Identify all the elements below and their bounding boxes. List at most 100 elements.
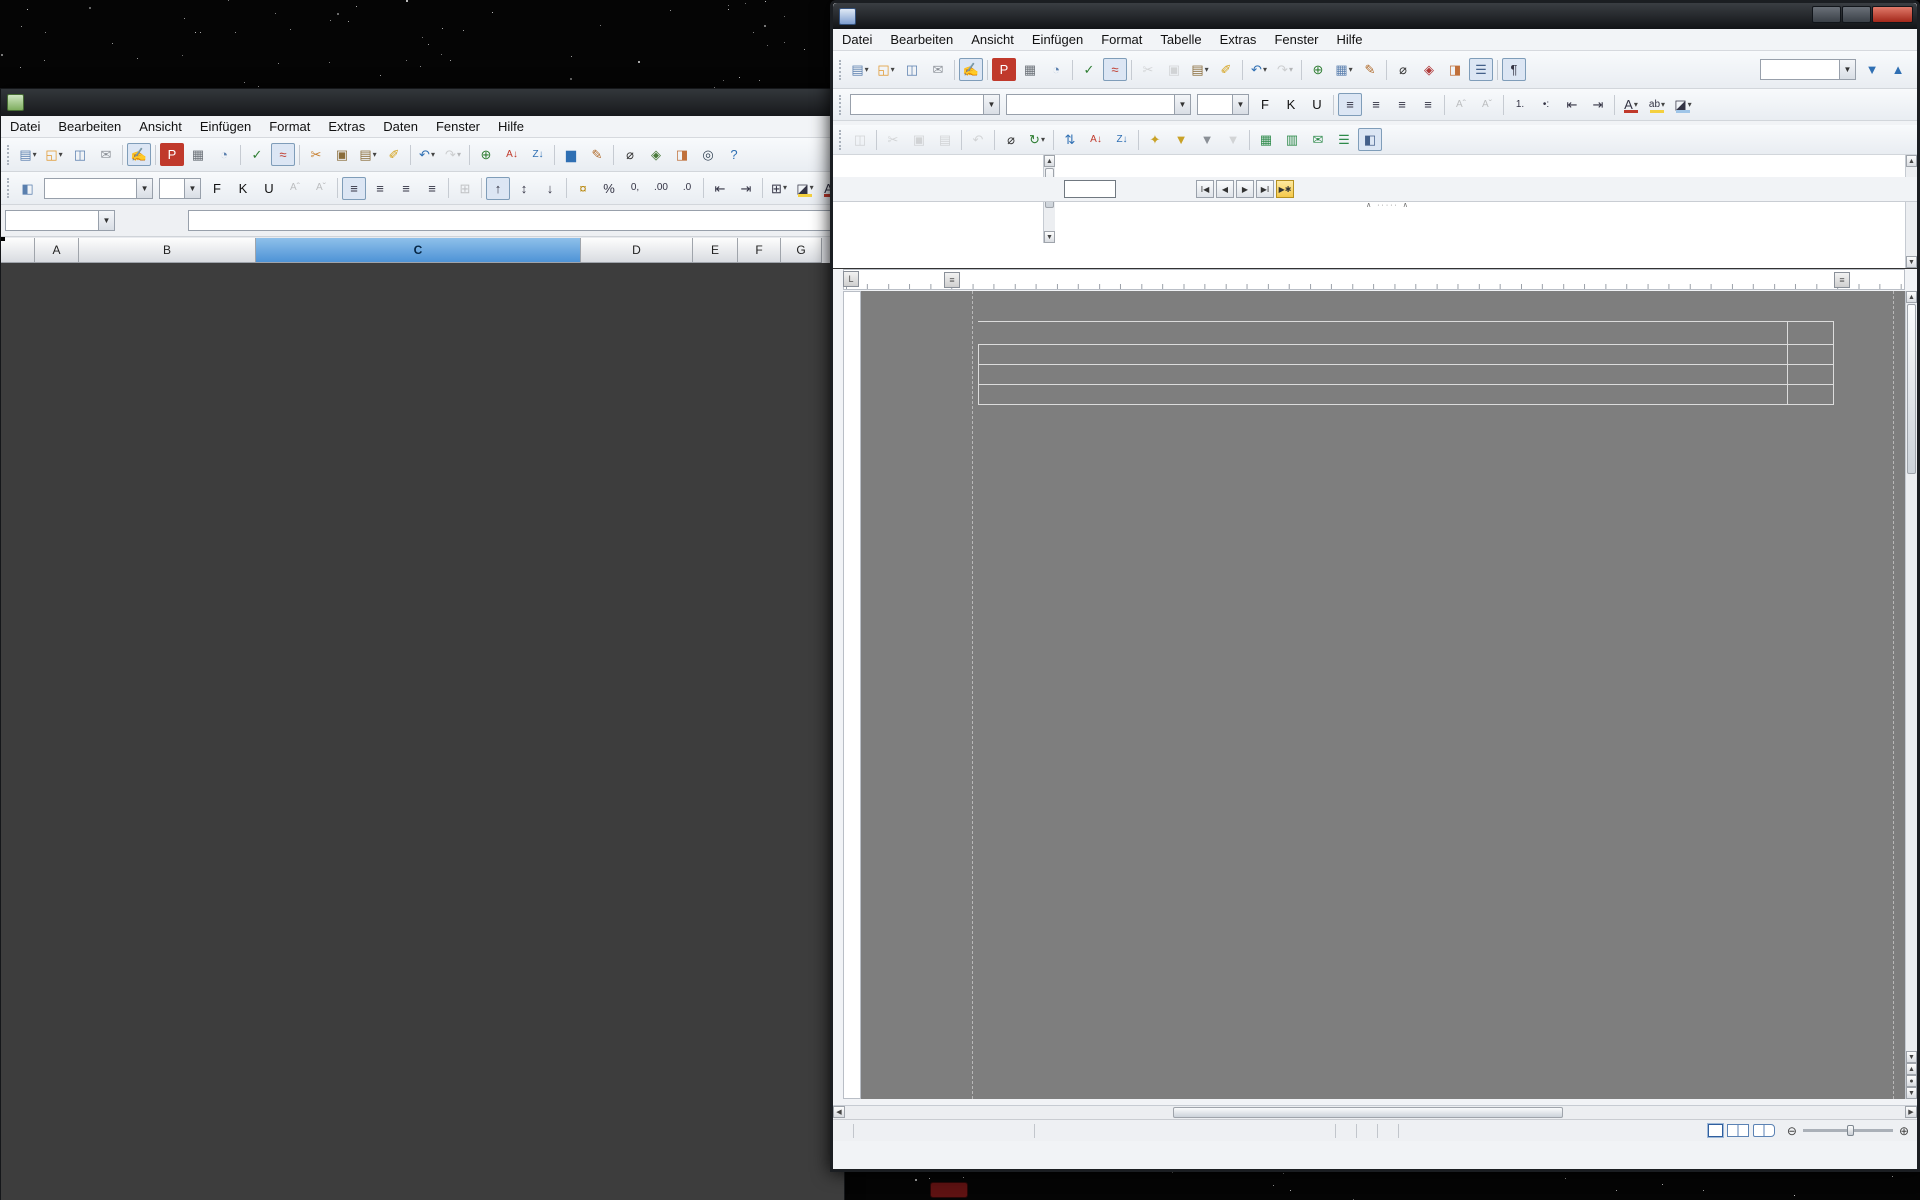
chevron-down-icon[interactable]: ▼ — [184, 179, 200, 198]
writer-title-bar[interactable] — [833, 3, 1917, 29]
chevron-down-icon[interactable]: ▼ — [1839, 60, 1855, 79]
increase-indent-icon[interactable]: ⇥ — [734, 177, 758, 200]
previous-page-icon[interactable]: ▲ — [1906, 1063, 1917, 1075]
next-record-button[interactable]: ▶ — [1236, 180, 1254, 198]
chevron-down-icon[interactable]: ▼ — [983, 95, 999, 114]
copy-icon[interactable]: ▣ — [907, 128, 931, 151]
toolbar-grip[interactable] — [839, 95, 843, 115]
minimize-button[interactable] — [1812, 6, 1841, 23]
navigator-icon[interactable]: ◈ — [1417, 58, 1441, 81]
table-column-marker[interactable]: ≡ — [944, 272, 960, 288]
bold-icon[interactable]: F — [1253, 93, 1277, 116]
horizontal-ruler[interactable]: L ≡ ≡ — [843, 269, 1905, 290]
undo-icon[interactable]: ↶▾ — [415, 143, 439, 166]
table-cell[interactable] — [978, 345, 1018, 364]
increase-indent-icon[interactable]: ⇥ — [1586, 93, 1610, 116]
save-icon[interactable]: ◫ — [900, 58, 924, 81]
data-to-text-icon[interactable]: ▦ — [1254, 128, 1278, 151]
maximize-button[interactable] — [1842, 6, 1871, 23]
autospellcheck-icon[interactable]: ≈ — [1103, 58, 1127, 81]
find-replace-icon[interactable]: ⌀ — [618, 143, 642, 166]
print-icon[interactable]: ▦ — [186, 143, 210, 166]
find-next-icon[interactable]: ▼ — [1860, 58, 1884, 81]
align-center-icon[interactable]: ≡ — [368, 177, 392, 200]
column-header-G[interactable]: G — [781, 238, 822, 263]
standard-filter-icon[interactable]: ▼ — [1195, 128, 1219, 151]
background-color-icon[interactable]: ◪▾ — [1671, 93, 1695, 116]
open-document-icon[interactable]: ◱▾ — [42, 143, 66, 166]
highlighting-icon[interactable]: ab▾ — [1645, 93, 1669, 116]
menu-ansicht[interactable]: Ansicht — [130, 116, 191, 137]
data-to-fields-icon[interactable]: ▥ — [1280, 128, 1304, 151]
zoom-slider-knob[interactable] — [1847, 1125, 1854, 1136]
menu-daten[interactable]: Daten — [374, 116, 427, 137]
fields-table[interactable] — [978, 321, 1834, 405]
merge-cells-icon[interactable]: ⊞ — [453, 177, 477, 200]
column-header-A[interactable]: A — [35, 238, 79, 263]
zoom-in-icon[interactable]: ⊕ — [1899, 1124, 1909, 1138]
font-color-icon[interactable]: A▾ — [1619, 93, 1643, 116]
align-center-vertical-icon[interactable]: ↕ — [512, 177, 536, 200]
redo-icon[interactable]: ↷▾ — [1273, 58, 1297, 81]
sort-icon[interactable]: ⇅ — [1058, 128, 1082, 151]
undo-icon[interactable]: ↶ — [966, 128, 990, 151]
spellcheck-icon[interactable]: ✓ — [1077, 58, 1101, 81]
refresh-icon[interactable]: ↻▾ — [1025, 128, 1049, 151]
hyperlink-icon[interactable]: ⊕ — [474, 143, 498, 166]
email-document-icon[interactable]: ✉ — [94, 143, 118, 166]
book-view-icon[interactable] — [1753, 1124, 1775, 1137]
tab-type-selector[interactable]: L — [843, 271, 859, 287]
font-name-combo[interactable]: ▼ — [1006, 94, 1191, 115]
table-cell[interactable] — [978, 385, 1018, 404]
scrollbar-thumb[interactable] — [1907, 304, 1916, 474]
menu-einfügen[interactable]: Einfügen — [1023, 29, 1092, 50]
find-replace-icon[interactable]: ⌀ — [1391, 58, 1415, 81]
align-justified-icon[interactable]: ≡ — [420, 177, 444, 200]
italic-icon[interactable]: K — [1279, 93, 1303, 116]
menu-extras[interactable]: Extras — [319, 116, 374, 137]
zoom-icon[interactable]: ◎ — [696, 143, 720, 166]
table-scrollbar[interactable]: ▲ ▼ — [1905, 155, 1917, 268]
paste-icon[interactable]: ▤▾ — [1188, 58, 1212, 81]
toolbar-grip[interactable] — [7, 145, 11, 165]
insert-chart-icon[interactable]: ▆ — [559, 143, 583, 166]
paste-icon[interactable]: ▤ — [933, 128, 957, 151]
borders-icon[interactable]: ⊞▾ — [767, 177, 791, 200]
align-center-icon[interactable]: ≡ — [1364, 93, 1388, 116]
scroll-down-icon[interactable]: ▼ — [1906, 256, 1917, 268]
menu-format[interactable]: Format — [260, 116, 319, 137]
scroll-up-icon[interactable]: ▲ — [1044, 155, 1055, 167]
cut-icon[interactable]: ✂ — [881, 128, 905, 151]
menu-hilfe[interactable]: Hilfe — [489, 116, 533, 137]
align-bottom-icon[interactable]: ↓ — [538, 177, 562, 200]
new-document-icon[interactable]: ▤▾ — [848, 58, 872, 81]
select-all-corner[interactable] — [1, 238, 35, 263]
delete-decimal-icon[interactable]: .0 — [675, 177, 699, 200]
align-justified-icon[interactable]: ≡ — [1416, 93, 1440, 116]
document-horizontal-scrollbar[interactable]: ◀ ▶ — [833, 1105, 1917, 1119]
autospellcheck-icon[interactable]: ≈ — [271, 143, 295, 166]
new-document-icon[interactable]: ▤▾ — [16, 143, 40, 166]
italic-icon[interactable]: K — [231, 177, 255, 200]
chevron-down-icon[interactable]: ▼ — [136, 179, 152, 198]
scroll-left-icon[interactable]: ◀ — [833, 1106, 845, 1118]
toolbar-grip[interactable] — [7, 178, 11, 198]
table-cell[interactable] — [978, 365, 1018, 384]
column-header-F[interactable]: F — [738, 238, 781, 263]
background-color-icon[interactable]: ◪▾ — [793, 177, 817, 200]
function-wizard-button[interactable] — [118, 211, 140, 231]
document-vertical-scrollbar[interactable]: ▲ ▼ ▲ ● ▼ — [1905, 291, 1917, 1099]
subscript-icon[interactable]: Aˇ — [1475, 93, 1499, 116]
number-format-percent-icon[interactable]: % — [597, 177, 621, 200]
menu-extras[interactable]: Extras — [1211, 29, 1266, 50]
menu-format[interactable]: Format — [1092, 29, 1151, 50]
taskbar-chip[interactable] — [930, 1182, 968, 1198]
current-document-data-source-icon[interactable]: ☰ — [1332, 128, 1356, 151]
table-cell[interactable] — [1018, 345, 1834, 364]
menu-fenster[interactable]: Fenster — [1265, 29, 1327, 50]
vertical-ruler[interactable] — [843, 291, 861, 1099]
font-increase-icon[interactable]: Aˆ — [283, 177, 307, 200]
font-size-combo[interactable]: ▼ — [159, 178, 201, 199]
formula-button[interactable] — [162, 211, 184, 231]
bold-icon[interactable]: F — [205, 177, 229, 200]
